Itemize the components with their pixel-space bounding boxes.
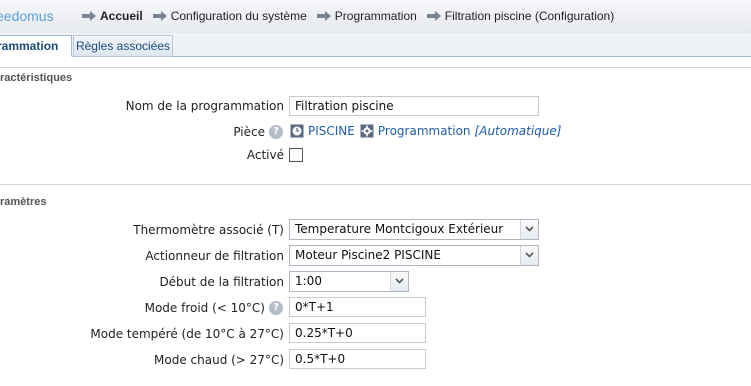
name-input[interactable]: Filtration piscine xyxy=(289,96,539,116)
hot-mode-input[interactable]: 0.5*T+0 xyxy=(289,349,426,369)
breadcrumb-home[interactable]: Accueil xyxy=(82,9,143,23)
divider xyxy=(0,67,751,68)
temperate-mode-label: Mode tempéré (de 10°C à 27°C) xyxy=(90,327,284,341)
breadcrumb-label: Configuration du système xyxy=(170,9,307,23)
start-time-select[interactable]: 1:00 xyxy=(289,271,409,292)
thermometer-select[interactable]: Temperature Montcigoux Extérieur xyxy=(289,219,539,240)
room-field: PISCINE Programmation [Automatique] xyxy=(290,124,561,138)
name-label: Nom de la programmation xyxy=(125,99,284,113)
temperate-mode-input[interactable]: 0.25*T+0 xyxy=(289,323,426,343)
thermometer-value: Temperature Montcigoux Extérieur xyxy=(295,222,504,236)
cold-mode-label: Mode froid (< 10°C) xyxy=(144,301,265,315)
section-title-characteristics: ractéristiques xyxy=(0,72,73,84)
programmation-link[interactable]: Programmation xyxy=(378,124,471,138)
help-icon[interactable]: ? xyxy=(269,301,283,315)
logo[interactable]: eedomus xyxy=(0,8,54,24)
breadcrumb: Accueil Configuration du système Program… xyxy=(82,9,624,23)
breadcrumb-label: Filtration piscine (Configuration) xyxy=(444,9,615,23)
gear-icon xyxy=(360,124,374,138)
arrow-right-icon xyxy=(426,11,441,21)
arrow-right-icon xyxy=(82,11,96,21)
breadcrumb-label: Programmation xyxy=(334,9,417,23)
clock-icon xyxy=(290,124,304,138)
breadcrumb-programmation[interactable]: Programmation xyxy=(316,9,417,23)
breadcrumb-current[interactable]: Filtration piscine (Configuration) xyxy=(426,9,615,23)
active-checkbox[interactable] xyxy=(289,148,303,162)
chevron-down-icon[interactable] xyxy=(520,246,538,265)
start-label: Début de la filtration xyxy=(159,275,284,289)
hot-mode-label: Mode chaud (> 27°C) xyxy=(154,353,284,367)
arrow-right-icon xyxy=(152,11,167,21)
actuator-value: Moteur Piscine2 PISCINE xyxy=(295,248,441,262)
mode-indicator: [Automatique] xyxy=(474,124,562,138)
actuator-label: Actionneur de filtration xyxy=(145,249,284,263)
tab-regles-associees[interactable]: Règles associées xyxy=(73,35,173,57)
start-time-value: 1:00 xyxy=(295,274,322,288)
section-title-parameters: ramètres xyxy=(0,196,47,208)
tab-label: rammation xyxy=(0,39,59,53)
help-icon[interactable]: ? xyxy=(269,125,283,139)
tab-bar: rammation Règles associées xyxy=(0,33,751,57)
divider xyxy=(0,184,751,185)
actuator-select[interactable]: Moteur Piscine2 PISCINE xyxy=(289,245,539,266)
active-label: Activé xyxy=(246,148,284,162)
room-link[interactable]: PISCINE xyxy=(308,124,355,138)
cold-mode-input[interactable]: 0*T+1 xyxy=(289,297,426,317)
arrow-right-icon xyxy=(316,11,331,21)
tab-programmation[interactable]: rammation xyxy=(0,35,72,57)
tab-label: Règles associées xyxy=(75,39,171,53)
top-bar: eedomus Accueil Configuration du système… xyxy=(0,0,751,34)
breadcrumb-label: Accueil xyxy=(100,9,143,23)
chevron-down-icon[interactable] xyxy=(520,220,538,239)
room-label: Pièce xyxy=(233,125,265,139)
thermometer-label: Thermomètre associé (T) xyxy=(133,223,284,237)
breadcrumb-config[interactable]: Configuration du système xyxy=(152,9,307,23)
chevron-down-icon[interactable] xyxy=(390,272,408,291)
